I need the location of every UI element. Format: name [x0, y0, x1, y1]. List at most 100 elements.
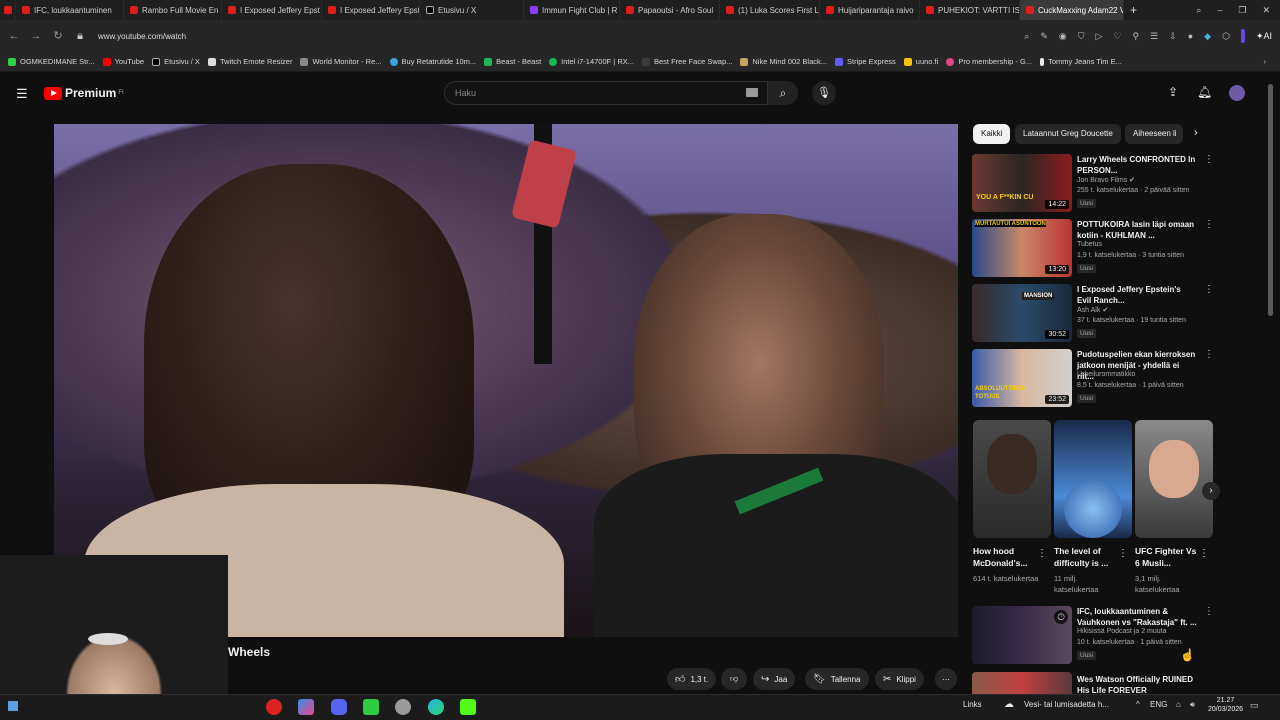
- more-vert-icon[interactable]: ⋮: [1037, 548, 1047, 559]
- shorts-next-button[interactable]: ›: [1202, 482, 1220, 500]
- short-thumbnail[interactable]: [1054, 420, 1132, 538]
- more-vert-icon[interactable]: ⋮: [1118, 548, 1128, 559]
- clip-button[interactable]: ✂ Klippi: [875, 668, 924, 690]
- more-vert-icon[interactable]: ⋮: [1204, 219, 1214, 230]
- recommendation-item[interactable]: MURTAUTUI ASUNTOON 13:20 POTTUKOIRA lasi…: [972, 219, 1214, 277]
- browser-tab[interactable]: I Exposed Jeffery Epst: [222, 0, 322, 20]
- chevron-right-icon[interactable]: ›: [1194, 127, 1198, 139]
- browser-tab[interactable]: (1) Luka Scores First L: [720, 0, 820, 20]
- voice-search-button[interactable]: 🎙︎: [812, 81, 836, 105]
- recommendation-item[interactable]: YOU A F**KIN CU 14:22 Larry Wheels CONFR…: [972, 154, 1214, 212]
- profile-icon[interactable]: ●: [1188, 31, 1193, 41]
- search-tabs-icon[interactable]: ⌕: [1196, 5, 1201, 16]
- bookmark-item[interactable]: Etusivu / X: [152, 57, 200, 66]
- bookmark-item[interactable]: Stripe Express: [835, 57, 896, 66]
- short-title[interactable]: UFC Fighter Vs 6 Musli...: [1135, 545, 1203, 569]
- chip-uploaded-by[interactable]: Lataannut Greg Doucette: [1015, 124, 1121, 144]
- news-widget[interactable]: Vesi- tai lumisadetta h...: [1024, 700, 1109, 709]
- recommendation-item[interactable]: Wes Watson Officially RUINED His Life FO…: [972, 672, 1208, 694]
- like-button[interactable]: 👍︎ 1,3 t.: [667, 668, 717, 690]
- edge-icon[interactable]: [428, 699, 444, 715]
- camera-icon[interactable]: ◉: [1059, 31, 1067, 42]
- chip-all[interactable]: Kaikki: [973, 124, 1011, 144]
- keyboard-icon[interactable]: [746, 88, 758, 97]
- bookmark-item[interactable]: uuno.fi: [903, 57, 938, 66]
- recommendation-item[interactable]: ABSOLUUTTINEN TOTUUS 23:52 Pudotuspelien…: [972, 349, 1214, 407]
- menu-icon[interactable]: ☰: [16, 86, 28, 102]
- bookmark-item[interactable]: World Monitor - Re...: [300, 57, 382, 66]
- discord-icon[interactable]: [331, 699, 347, 715]
- search-button[interactable]: ⌕: [768, 81, 798, 105]
- more-vert-icon[interactable]: ⋮: [1199, 548, 1209, 559]
- new-tab-icon[interactable]: +: [1124, 0, 1144, 20]
- app-icon[interactable]: [395, 699, 411, 715]
- browser-tab[interactable]: I Exposed Jeffery Epst: [322, 0, 420, 20]
- bookmark-item[interactable]: Twitch Emote Resizer: [207, 57, 292, 66]
- bookmark-item[interactable]: Nike Mind 002 Black...: [740, 57, 827, 66]
- box-icon[interactable]: ⬡: [1222, 31, 1230, 42]
- short-thumbnail[interactable]: [1135, 420, 1213, 538]
- forward-icon[interactable]: →: [28, 28, 44, 44]
- more-vert-icon[interactable]: ⋮: [1204, 349, 1214, 360]
- bookmark-item[interactable]: OGMKEDIMANE Str...: [8, 57, 95, 66]
- short-thumbnail[interactable]: [973, 420, 1051, 538]
- url-field[interactable]: www.youtube.com/watch: [98, 32, 186, 41]
- share-button[interactable]: ↪ Jaa: [753, 668, 796, 690]
- volume-icon[interactable]: 🔊︎: [1190, 700, 1195, 710]
- network-icon[interactable]: ⌂: [1176, 700, 1181, 709]
- browser-tab[interactable]: Immun Fight Club | R: [524, 0, 620, 20]
- more-vert-icon[interactable]: ⋮: [1204, 284, 1214, 295]
- chip-related[interactable]: Aiheeseen li: [1125, 124, 1183, 144]
- kick-icon[interactable]: [460, 699, 476, 715]
- heart-icon[interactable]: ♡: [1113, 31, 1121, 42]
- recommendation-item[interactable]: 🕒︎ IFC, loukkaantuminen & Vauhkonen vs "…: [972, 606, 1214, 664]
- short-title[interactable]: The level of difficulty is ...: [1054, 545, 1122, 569]
- notification-center-icon[interactable]: ▭: [1250, 700, 1259, 711]
- avatar[interactable]: [1229, 85, 1245, 101]
- browser-tab[interactable]: Papaoutsi - Afro Soul: [620, 0, 720, 20]
- reload-icon[interactable]: ↻: [50, 28, 66, 44]
- download-icon[interactable]: ⇩: [1169, 31, 1177, 42]
- bookmark-item[interactable]: Beast - Beast: [484, 57, 541, 66]
- app-icon[interactable]: [363, 699, 379, 715]
- bookmark-item[interactable]: Best Free Face Swap...: [642, 57, 732, 66]
- play-icon[interactable]: ▷: [1096, 31, 1103, 42]
- short-title[interactable]: How hood McDonald's...: [973, 545, 1041, 569]
- recommendation-item[interactable]: MANSION 30:52 I Exposed Jeffery Epstein'…: [972, 284, 1214, 342]
- browser-tab[interactable]: IFC, loukkaantuminen: [16, 0, 124, 20]
- more-vert-icon[interactable]: ⋮: [1204, 672, 1208, 683]
- save-button[interactable]: 🔖︎ Tallenna: [805, 668, 869, 690]
- youtube-logo[interactable]: Premium FI: [44, 86, 124, 100]
- bookmarks-overflow-icon[interactable]: ›: [1264, 57, 1267, 66]
- language-indicator[interactable]: ENG: [1150, 700, 1167, 709]
- more-vert-icon[interactable]: ⋮: [1204, 154, 1214, 165]
- maximize-icon[interactable]: ❐: [1238, 5, 1246, 16]
- browser-tab[interactable]: Rambo Full Movie En: [124, 0, 222, 20]
- browser-menu-icon[interactable]: [0, 0, 16, 20]
- links-toolbar[interactable]: Links: [963, 700, 982, 709]
- ai-button[interactable]: ✦AI: [1256, 31, 1272, 42]
- dislike-button[interactable]: 👎︎: [721, 668, 747, 690]
- browser-tab[interactable]: Etusivu / X: [420, 0, 524, 20]
- clock[interactable]: 21.27 20/03/2026: [1208, 696, 1243, 714]
- more-vert-icon[interactable]: ⋮: [1204, 606, 1214, 617]
- browser-tab[interactable]: Huijariparantaja raivo: [820, 0, 920, 20]
- bookmark-item[interactable]: Pro membership - G...: [946, 57, 1032, 66]
- notifications-bell-icon[interactable]: 🔔︎: [1197, 85, 1212, 99]
- search-input[interactable]: Haku: [444, 81, 768, 105]
- bookmark-item[interactable]: Intel i7-14700F | RX...: [549, 57, 634, 66]
- bookmark-item[interactable]: YouTube: [102, 57, 144, 66]
- upload-icon[interactable]: ⇪: [1168, 85, 1178, 99]
- extension-icon[interactable]: ◆: [1204, 31, 1211, 42]
- browser-tab-active[interactable]: CuckMaxxing Adam22 V: [1020, 0, 1124, 20]
- app-icon[interactable]: [298, 699, 314, 715]
- page-scrollbar[interactable]: [1268, 84, 1273, 316]
- start-icon[interactable]: [8, 701, 18, 711]
- minimize-icon[interactable]: –: [1217, 5, 1222, 16]
- close-icon[interactable]: ✕: [1262, 5, 1270, 16]
- list-icon[interactable]: ☰: [1150, 31, 1158, 42]
- search-icon[interactable]: ⌕: [1024, 31, 1029, 42]
- back-icon[interactable]: ←: [6, 28, 22, 44]
- opera-icon[interactable]: [266, 699, 282, 715]
- pin-icon[interactable]: ⚲: [1133, 31, 1140, 42]
